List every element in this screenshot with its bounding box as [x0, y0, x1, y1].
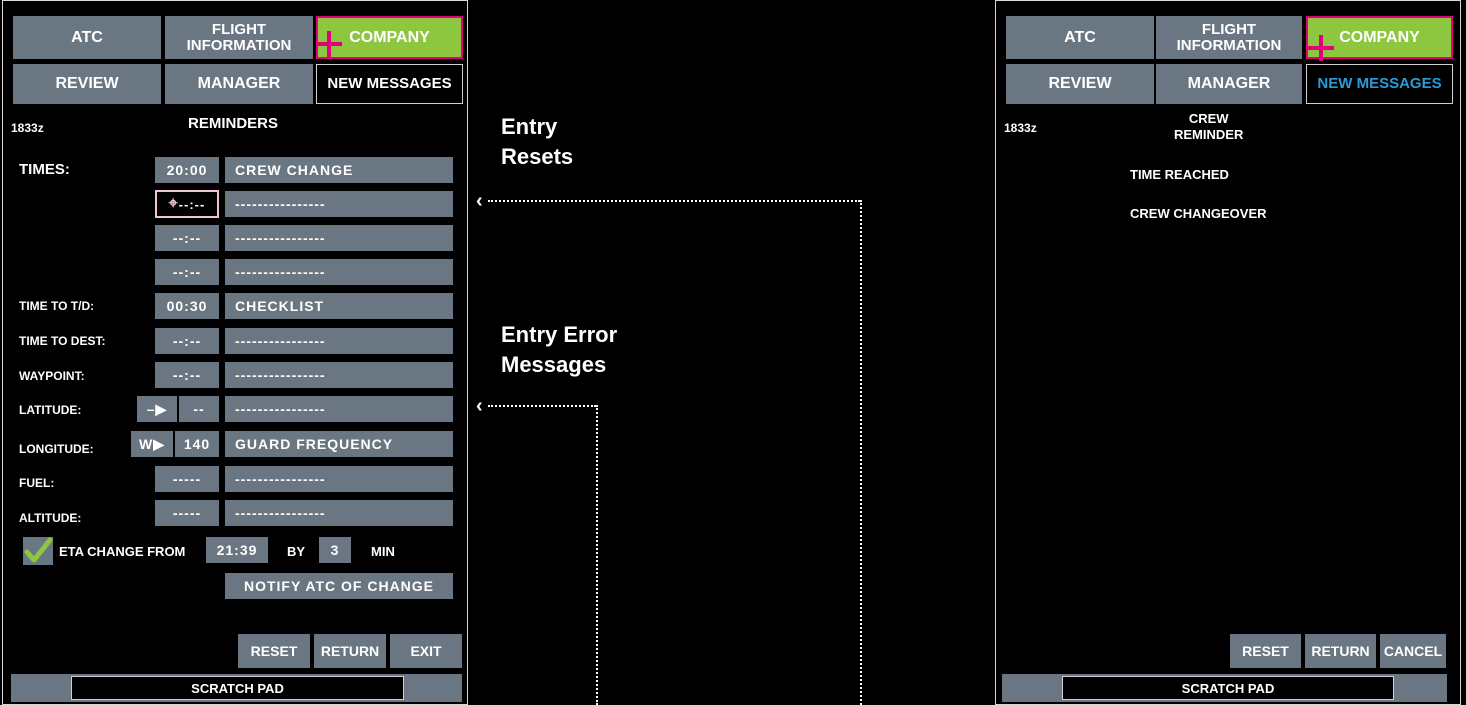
message-time-reached: TIME REACHED [1130, 167, 1229, 182]
eta-time-field[interactable]: 21:39 [206, 537, 268, 563]
triangle-right-icon: ▶ [155, 400, 168, 417]
return-button[interactable]: RETURN [1305, 634, 1376, 668]
clock-time: 1833z [1004, 121, 1037, 135]
latitude-field[interactable]: -- [179, 396, 219, 422]
right-display-panel: ATC FLIGHT INFORMATION COMPANY REVIEW MA… [995, 0, 1461, 705]
time-to-dest-field[interactable]: --:-- [155, 328, 219, 354]
tab-review-label: REVIEW [55, 75, 119, 92]
arrow-left-icon: ‹ [476, 190, 483, 212]
annotation-entry-resets: Entry Resets [501, 114, 574, 169]
message-crew-changeover: CREW CHANGEOVER [1130, 206, 1267, 221]
time-to-td-label: TIME TO T/D: [19, 299, 95, 313]
eta-minutes-field[interactable]: 3 [319, 537, 351, 563]
tab-atc[interactable]: ATC [1006, 16, 1154, 59]
reminder-text-field-1[interactable]: CREW CHANGE [225, 157, 453, 183]
scratch-pad[interactable]: SCRATCH PAD [1062, 676, 1394, 700]
latitude-label: LATITUDE: [19, 403, 82, 417]
tab-new-messages-label: NEW MESSAGES [327, 75, 452, 92]
altitude-text-field[interactable]: ---------------- [225, 500, 453, 526]
tab-company-label: COMPANY [349, 28, 430, 46]
reset-button[interactable]: RESET [238, 634, 310, 668]
time-field-2[interactable]: ⌖ --:-- [155, 190, 219, 218]
exit-button[interactable]: EXIT [390, 634, 462, 668]
checkmark-icon [24, 537, 53, 563]
fuel-text-field[interactable]: ---------------- [225, 466, 453, 492]
tab-company-label: COMPANY [1339, 28, 1420, 46]
connector-line [596, 405, 598, 705]
connector-line [488, 405, 596, 407]
tab-flight-information-label: FLIGHT INFORMATION [186, 20, 292, 54]
reminder-text-field-4[interactable]: ---------------- [225, 259, 453, 285]
page-title: CREW REMINDER [1174, 111, 1244, 142]
eta-change-checkbox[interactable] [23, 537, 53, 565]
time-field-3[interactable]: --:-- [155, 225, 219, 251]
latitude-direction-toggle[interactable]: – ▶ [137, 396, 177, 422]
connector-line [860, 200, 862, 705]
clock-time: 1833z [11, 121, 44, 135]
tab-review[interactable]: REVIEW [13, 64, 161, 104]
tab-new-messages[interactable]: NEW MESSAGES [1306, 64, 1453, 104]
tab-flight-information-label: FLIGHT INFORMATION [1176, 20, 1282, 54]
tab-manager[interactable]: MANAGER [165, 64, 313, 104]
reminder-text-field-3[interactable]: ---------------- [225, 225, 453, 251]
notify-atc-button[interactable]: NOTIFY ATC OF CHANGE [225, 573, 453, 599]
longitude-field[interactable]: 140 [175, 431, 219, 457]
left-display-panel: ATC FLIGHT INFORMATION COMPANY REVIEW MA… [2, 0, 468, 705]
tab-atc[interactable]: ATC [13, 16, 161, 59]
scratch-pad[interactable]: SCRATCH PAD [71, 676, 404, 700]
tab-flight-information[interactable]: FLIGHT INFORMATION [165, 16, 313, 59]
cancel-button[interactable]: CANCEL [1380, 634, 1446, 668]
eta-change-label: ETA CHANGE FROM [59, 544, 186, 559]
tab-manager-label: MANAGER [197, 75, 281, 92]
time-to-td-field[interactable]: 00:30 [155, 293, 219, 319]
tab-review-label: REVIEW [1048, 75, 1112, 92]
time-to-dest-text-field[interactable]: ---------------- [225, 328, 453, 354]
time-to-td-text-field[interactable]: CHECKLIST [225, 293, 453, 319]
annotation-entry-error-messages: Entry Error Messages [501, 322, 618, 377]
triangle-right-icon: ▶ [153, 435, 165, 452]
arrow-left-icon: ‹ [476, 395, 483, 417]
tab-atc-label: ATC [1064, 28, 1096, 46]
eta-min-label: MIN [371, 544, 395, 559]
latitude-text-field[interactable]: ---------------- [225, 396, 453, 422]
longitude-label: LONGITUDE: [19, 442, 94, 456]
longitude-direction-value: W [139, 436, 154, 452]
longitude-text-field[interactable]: GUARD FREQUENCY [225, 431, 453, 457]
time-field-2-value: --:-- [178, 196, 206, 212]
tab-new-messages-label: NEW MESSAGES [1317, 75, 1442, 92]
altitude-label: ALTITUDE: [19, 511, 82, 525]
page-title: REMINDERS [188, 115, 279, 132]
waypoint-label: WAYPOINT: [19, 369, 85, 383]
fuel-label: FUEL: [19, 476, 55, 490]
cursor-plus-icon [316, 31, 342, 57]
eta-by-label: BY [287, 544, 306, 559]
return-button[interactable]: RETURN [314, 634, 386, 668]
time-field-1[interactable]: 20:00 [155, 157, 219, 183]
tab-manager[interactable]: MANAGER [1156, 64, 1302, 104]
cursor-plus-icon [1308, 35, 1334, 61]
connector-line [488, 200, 860, 202]
waypoint-text-field[interactable]: ---------------- [225, 362, 453, 388]
altitude-field[interactable]: ----- [155, 500, 219, 526]
reset-button[interactable]: RESET [1230, 634, 1301, 668]
latitude-direction-value: – [146, 401, 156, 417]
longitude-direction-toggle[interactable]: W ▶ [131, 431, 173, 457]
tab-new-messages[interactable]: NEW MESSAGES [316, 64, 463, 104]
fuel-field[interactable]: ----- [155, 466, 219, 492]
tab-atc-label: ATC [71, 28, 103, 46]
time-to-dest-label: TIME TO DEST: [19, 334, 106, 348]
crosshair-cursor-icon: ⌖ [168, 195, 179, 212]
time-field-4[interactable]: --:-- [155, 259, 219, 285]
tab-manager-label: MANAGER [1187, 75, 1271, 92]
reminder-text-field-2[interactable]: ---------------- [225, 191, 453, 217]
waypoint-field[interactable]: --:-- [155, 362, 219, 388]
times-label: TIMES: [19, 161, 70, 178]
tab-review[interactable]: REVIEW [1006, 64, 1154, 104]
tab-flight-information[interactable]: FLIGHT INFORMATION [1156, 16, 1302, 59]
